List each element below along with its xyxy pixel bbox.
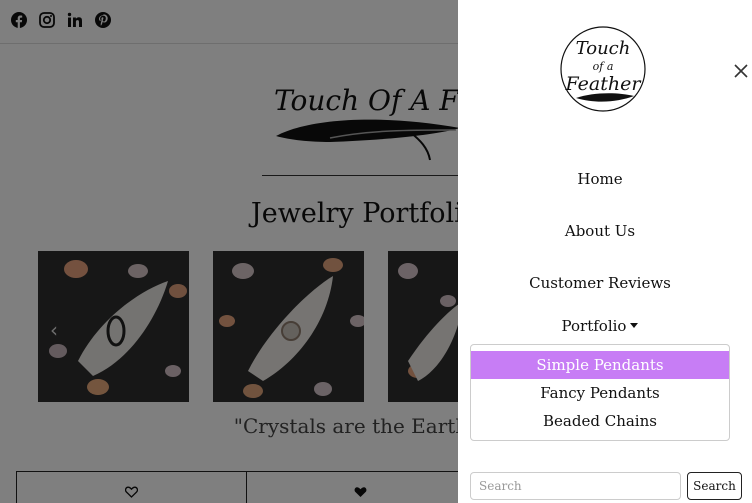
modal-backdrop[interactable]: [0, 0, 458, 503]
search-button[interactable]: Search: [687, 472, 742, 500]
nav-about-us[interactable]: About Us: [458, 222, 742, 240]
side-drawer: Touch of a Feather Home About Us Custome…: [458, 0, 752, 503]
svg-text:of a: of a: [593, 60, 614, 73]
caret-down-icon: [630, 323, 639, 328]
svg-text:Feather: Feather: [565, 73, 643, 95]
dropdown-item-beaded-chains[interactable]: Beaded Chains: [471, 407, 729, 435]
drawer-logo[interactable]: Touch of a Feather: [558, 24, 648, 114]
portfolio-dropdown: Simple Pendants Fancy Pendants Beaded Ch…: [470, 344, 730, 441]
nav-customer-reviews[interactable]: Customer Reviews: [458, 274, 742, 292]
dropdown-item-fancy-pendants[interactable]: Fancy Pendants: [471, 379, 729, 407]
search-input[interactable]: [470, 472, 681, 500]
svg-text:Touch: Touch: [576, 38, 631, 59]
close-icon[interactable]: [733, 63, 749, 79]
nav-home[interactable]: Home: [458, 170, 742, 188]
nav-portfolio[interactable]: Portfolio: [458, 317, 742, 335]
nav-portfolio-label: Portfolio: [561, 317, 627, 335]
dropdown-item-simple-pendants[interactable]: Simple Pendants: [471, 351, 729, 379]
